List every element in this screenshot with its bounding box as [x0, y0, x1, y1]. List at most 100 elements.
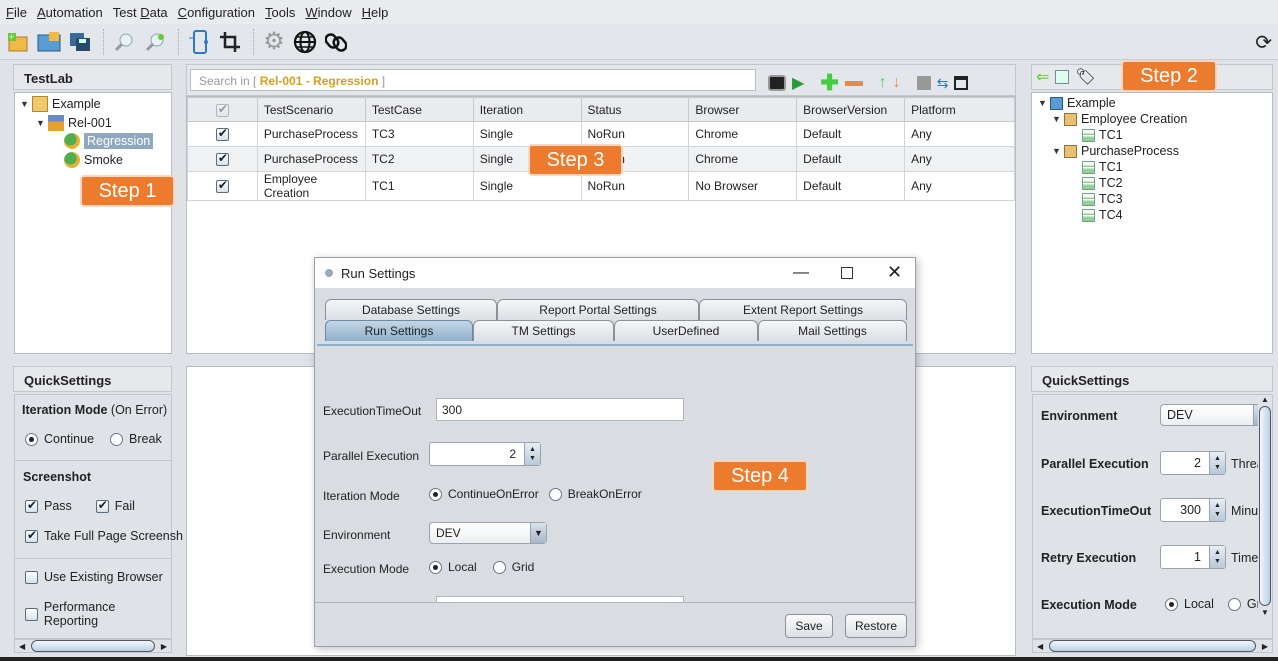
cell-iteration[interactable]: Single [472, 121, 582, 147]
cell-status[interactable]: NoRun [580, 121, 690, 147]
cell-scenario[interactable]: Employee Creation [256, 171, 366, 201]
menu-item[interactable]: Window [305, 5, 351, 20]
row-checkbox[interactable] [215, 178, 229, 194]
settings-icon[interactable]: ⚙ [260, 28, 288, 56]
cell-browser[interactable]: No Browser [688, 171, 798, 201]
find-replace-icon[interactable] [141, 28, 169, 56]
retry-spinner[interactable]: 1 ▲ ▼ [1160, 545, 1226, 569]
open-project-icon[interactable] [35, 28, 63, 56]
cell-version[interactable]: Default [796, 171, 906, 201]
expand-icon[interactable]: ▼ [1038, 98, 1050, 108]
column-header[interactable]: TestCase [364, 97, 474, 122]
column-header[interactable]: Status [580, 97, 690, 122]
find-icon[interactable] [110, 28, 138, 56]
existing-browser-checkbox[interactable] [25, 570, 38, 584]
export-icon[interactable] [954, 76, 969, 90]
tab-tm-settings[interactable]: TM Settings [473, 320, 614, 341]
console-icon[interactable] [768, 75, 786, 91]
save-button[interactable]: Save [785, 614, 833, 638]
cell-platform[interactable]: Any [904, 121, 1015, 147]
continue-radio[interactable] [25, 432, 38, 446]
performance-checkbox[interactable] [25, 607, 38, 621]
horizontal-scrollbar[interactable]: ◀ ▶ [1032, 639, 1273, 653]
browser-globe-icon[interactable] [291, 28, 319, 56]
continue-on-error-radio[interactable] [429, 487, 442, 501]
search-input[interactable]: Search in [ Rel-001 - Regression ] [190, 69, 756, 91]
row-checkbox[interactable] [215, 151, 229, 167]
cell-scenario[interactable]: PurchaseProcess [256, 121, 366, 147]
link-icon[interactable] [322, 28, 350, 56]
cell-browser[interactable]: Chrome [688, 121, 798, 147]
spinner-arrows-icon[interactable]: ▲ ▼ [1209, 546, 1225, 568]
timeout-spinner[interactable]: 300 ▲ ▼ [1160, 498, 1226, 522]
horizontal-scrollbar[interactable]: ◀ ▶ [14, 639, 172, 653]
column-header[interactable]: Browser [688, 97, 798, 122]
expand-icon[interactable]: ▼ [20, 99, 32, 109]
cell-testcase[interactable]: TC3 [364, 121, 474, 147]
fail-checkbox[interactable] [95, 498, 109, 513]
column-header[interactable]: Iteration [472, 97, 582, 122]
environment-select[interactable]: DEV ▼ [429, 522, 547, 544]
maximize-icon[interactable] [841, 267, 853, 279]
refresh-icon[interactable]: ⟳ [1255, 30, 1272, 55]
column-header[interactable]: Platform [904, 97, 1015, 122]
row-checkbox-cell[interactable] [187, 171, 258, 201]
grid-radio[interactable] [1227, 597, 1241, 611]
tree-node-smoke[interactable]: Smoke [64, 152, 123, 168]
break-on-error-radio[interactable] [548, 487, 562, 501]
select-all-checkbox[interactable] [187, 97, 258, 122]
grid-radio[interactable] [492, 560, 506, 574]
menu-item[interactable]: Help [362, 5, 389, 20]
tab-extent-report-settings[interactable]: Extent Report Settings [699, 299, 907, 320]
vertical-scrollbar[interactable]: ▲ ▼ [1258, 395, 1272, 638]
move-down-icon[interactable]: ↓ [893, 74, 901, 92]
tree-node-root[interactable]: ▼ Example [1038, 96, 1116, 110]
tree-node-testcase[interactable]: TC2 [1082, 176, 1123, 190]
row-checkbox-cell[interactable] [187, 121, 258, 147]
tab-mail-settings[interactable]: Mail Settings [758, 320, 907, 341]
back-arrow-icon[interactable]: ⇐ [1036, 67, 1049, 87]
move-up-icon[interactable]: ↑ [879, 74, 887, 92]
pass-checkbox[interactable] [25, 498, 38, 513]
menu-item[interactable]: Test Data [113, 5, 168, 20]
cell-browser[interactable]: Chrome [688, 146, 798, 172]
minimize-icon[interactable]: — [793, 264, 809, 282]
import-icon[interactable] [1055, 70, 1070, 84]
menu-item[interactable]: File [6, 5, 27, 20]
parallel-spinner[interactable]: 2 ▲ ▼ [429, 442, 541, 466]
tree-node-example[interactable]: ▼ Example [20, 96, 101, 112]
cell-version[interactable]: Default [796, 121, 906, 147]
checkbox[interactable] [215, 102, 229, 117]
spinner-arrows-icon[interactable]: ▲ ▼ [1209, 499, 1225, 521]
tree-node-testcase[interactable]: TC3 [1082, 192, 1123, 206]
menu-item[interactable]: Configuration [178, 5, 255, 20]
add-icon[interactable]: ✚ [820, 70, 838, 96]
restore-button[interactable]: Restore [845, 614, 907, 638]
column-header[interactable]: BrowserVersion [796, 97, 906, 122]
cell-platform[interactable]: Any [904, 171, 1015, 201]
menu-item[interactable]: Tools [265, 5, 295, 20]
tree-node-scenario[interactable]: ▼ Employee Creation [1052, 112, 1187, 126]
expand-icon[interactable]: ▼ [1052, 114, 1064, 124]
new-project-icon[interactable]: + [4, 28, 32, 56]
row-checkbox[interactable] [215, 126, 229, 142]
cell-version[interactable]: Default [796, 146, 906, 172]
swap-icon[interactable]: ⇆ [937, 75, 949, 92]
tree-node-testcase[interactable]: TC4 [1082, 208, 1123, 222]
tree-node-release[interactable]: ▼ Rel-001 [36, 115, 112, 131]
cell-testcase[interactable]: TC2 [364, 146, 474, 172]
spinner-arrows-icon[interactable]: ▲ ▼ [1209, 452, 1225, 474]
column-header[interactable]: TestScenario [256, 97, 366, 122]
parallel-spinner[interactable]: 2 ▲ ▼ [1160, 451, 1226, 475]
tag-icon[interactable]: 🏷 [1075, 67, 1095, 87]
tab-database-settings[interactable]: Database Settings [325, 299, 497, 320]
cell-platform[interactable]: Any [904, 146, 1015, 172]
tab-report-portal-settings[interactable]: Report Portal Settings [497, 299, 699, 320]
tab-userdefined[interactable]: UserDefined [614, 320, 758, 341]
save-project-icon[interactable] [66, 28, 94, 56]
expand-icon[interactable]: ▼ [36, 118, 48, 128]
close-icon[interactable]: ✕ [887, 262, 902, 283]
row-checkbox-cell[interactable] [187, 146, 258, 172]
fullpage-checkbox[interactable] [25, 528, 38, 543]
spinner-arrows-icon[interactable]: ▲ ▼ [524, 443, 540, 465]
